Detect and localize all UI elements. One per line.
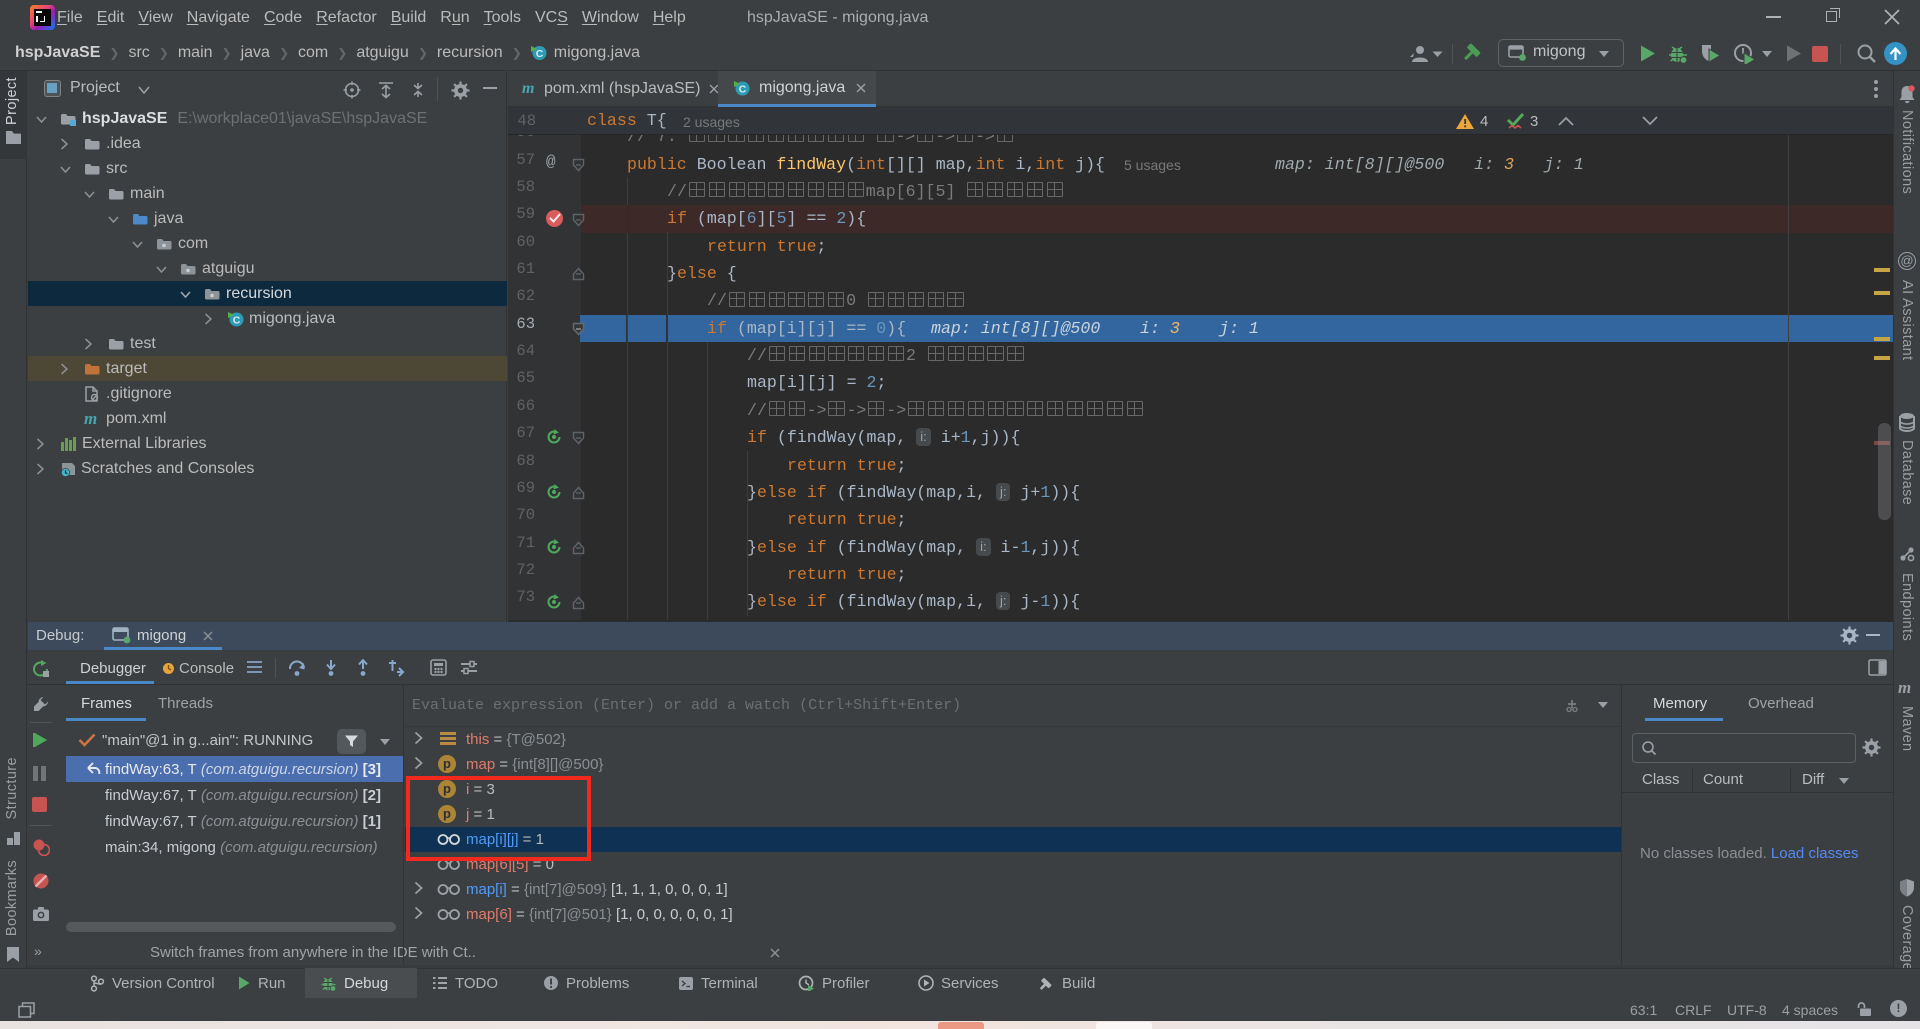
svg-text:C: C xyxy=(739,83,747,95)
svg-text:C: C xyxy=(233,314,241,326)
svg-text:C: C xyxy=(535,48,543,60)
